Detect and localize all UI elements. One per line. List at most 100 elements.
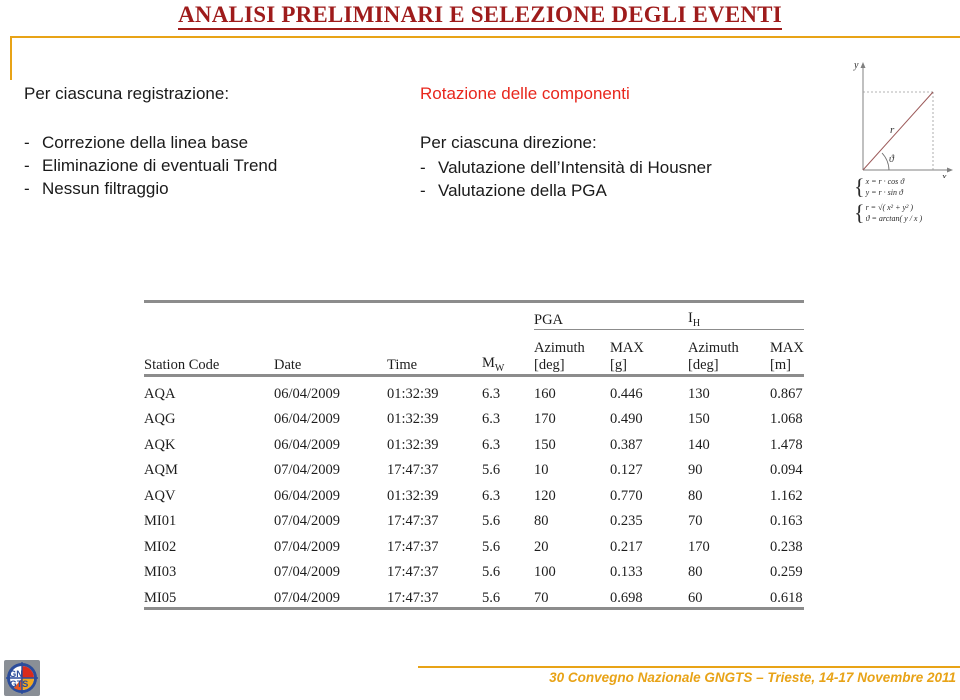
frame-left-rule [10, 36, 12, 80]
formula-group-polar: { r = √( x² + y² ) ϑ = arctan( y / x ) [854, 202, 958, 224]
table-cell: 130 [688, 385, 710, 402]
table-cell: 06/04/2009 [274, 487, 341, 504]
table-cell: 5.6 [482, 462, 501, 478]
events-table-body: AQA 06/04/2009 01:32:39 6.3 160 0.446 130 0.867… [144, 376, 804, 610]
table-cell: AQM [144, 462, 178, 478]
brace-icon: { [854, 200, 865, 225]
table-cell: 170 [534, 411, 556, 427]
group-header-spacer [387, 300, 482, 330]
list-item-label: Eliminazione di eventuali Trend [42, 156, 278, 175]
svg-text:r: r [890, 124, 895, 136]
table-cell: 0.094 [770, 462, 803, 478]
table-cell: 1.478 [770, 436, 803, 453]
list-item: - Correzione della linea base [24, 131, 404, 154]
table-cell: 0.238 [770, 538, 803, 555]
middle-column-heading: Rotazione delle componenti [420, 84, 630, 103]
table-cell: MI01 [144, 513, 177, 529]
group-header-pga: PGA [534, 300, 688, 330]
middle-column: Rotazione delle componenti Per ciascuna … [420, 82, 840, 202]
table-cell: 0.770 [610, 487, 643, 504]
gngts-logo-top-text: GN [9, 669, 23, 679]
table-cell: AQA [144, 385, 176, 402]
formula-block: { x = r · cos ϑ y = r · sin ϑ { r = √( x… [854, 176, 958, 228]
table-cell: 80 [534, 513, 549, 529]
table-header-row: Station Code Date Time MW Azimuth [deg] … [144, 330, 804, 376]
column-header-ih-azimuth: Azimuth [deg] [688, 330, 770, 376]
table-cell: 01:32:39 [387, 436, 439, 453]
column-header-station-code: Station Code [144, 357, 220, 373]
table-cell: 140 [688, 436, 710, 453]
column-header-mw-subscript: W [494, 363, 505, 374]
table-cell: 07/04/2009 [274, 564, 341, 580]
column-header-ih-max-unit: [m] [770, 357, 791, 373]
events-table: PGA IH Station Code Date Time MW Azimuth… [144, 300, 804, 610]
table-row: MI05 07/04/2009 17:47:37 5.6 70 0.698 60 0.618 [144, 581, 804, 610]
list-item: - Valutazione della PGA [420, 179, 840, 202]
table-cell: 0.259 [770, 564, 803, 580]
table-cell: 70 [534, 581, 610, 610]
list-item-label: Valutazione dell’Intensità di Housner [438, 158, 712, 177]
column-header-pga-azimuth-unit: [deg] [534, 357, 565, 373]
table-cell: 0.618 [770, 581, 804, 610]
table-cell: 0.446 [610, 385, 643, 402]
table-cell: 07/04/2009 [274, 513, 341, 529]
table-cell: 150 [688, 411, 710, 427]
table-cell: AQK [144, 436, 176, 453]
table-cell: 06/04/2009 [274, 411, 341, 427]
table-cell: 5.6 [482, 513, 501, 529]
left-column-heading: Per ciascuna registrazione: [24, 84, 230, 103]
table-cell: AQV [144, 487, 176, 504]
table-cell: 0.163 [770, 513, 803, 529]
table-group-header-row: PGA IH [144, 300, 804, 330]
bullet-dash-icon: - [24, 133, 30, 152]
table-cell: 07/04/2009 [274, 462, 341, 478]
table-cell: 17:47:37 [387, 462, 439, 478]
footer-text: 30 Convegno Nazionale GNGTS – Trieste, 1… [549, 670, 956, 685]
polar-diagram-svg: y x r ϑ [853, 60, 953, 178]
table-cell: 90 [688, 462, 703, 478]
table-cell: 70 [688, 513, 703, 529]
table-cell: 10 [534, 462, 549, 478]
page-title: ANALISI PRELIMINARI E SELEZIONE DEGLI EV… [0, 2, 960, 30]
table-cell: 5.6 [482, 564, 501, 580]
table-cell: 0.867 [770, 385, 803, 402]
table-cell: 06/04/2009 [274, 385, 341, 402]
list-item: - Eliminazione di eventuali Trend [24, 154, 404, 177]
column-header-pga-max: MAX [g] [610, 330, 688, 376]
column-header-pga-azimuth: Azimuth [deg] [534, 330, 610, 376]
bullet-dash-icon: - [420, 181, 426, 200]
group-header-spacer [274, 300, 387, 330]
table-cell: MI02 [144, 538, 177, 555]
table-row: AQG 06/04/2009 01:32:39 6.3 170 0.490 150 1.068 [144, 403, 804, 429]
bullet-dash-icon: - [24, 156, 30, 175]
table-row: MI02 07/04/2009 17:47:37 5.6 20 0.217 170 0.238 [144, 530, 804, 556]
events-table-container: PGA IH Station Code Date Time MW Azimuth… [144, 300, 804, 610]
formula-y: y = r · sin ϑ [865, 188, 903, 197]
table-cell: 0.698 [610, 581, 688, 610]
footer-rule [418, 666, 960, 668]
column-header-ih-azimuth-unit: [deg] [688, 357, 719, 373]
formula-theta: ϑ = arctan( y / x ) [865, 214, 923, 223]
gngts-logo-bottom-text: GTS [10, 679, 29, 689]
table-cell: 5.6 [482, 581, 534, 610]
table-cell: 0.127 [610, 462, 643, 478]
table-cell: 07/04/2009 [274, 538, 341, 555]
table-cell: 80 [688, 487, 703, 504]
brace-icon: { [854, 174, 865, 199]
column-header-time: Time [387, 357, 418, 373]
column-header-ih-max: MAX [m] [770, 340, 804, 373]
table-cell: 6.3 [482, 385, 501, 402]
table-cell: 5.6 [482, 538, 501, 555]
table-cell: 60 [688, 581, 770, 610]
table-cell: 06/04/2009 [274, 436, 341, 453]
table-cell: 1.068 [770, 411, 803, 427]
list-item-label: Correzione della linea base [42, 133, 249, 152]
table-cell: 20 [534, 538, 549, 555]
table-cell: 1.162 [770, 487, 803, 504]
table-row: AQK 06/04/2009 01:32:39 6.3 150 0.387 140 1.478 [144, 428, 804, 454]
formula-x: x = r · cos ϑ [865, 177, 905, 186]
table-row: MI03 07/04/2009 17:47:37 5.6 100 0.133 80 0.259 [144, 556, 804, 582]
table-cell: 07/04/2009 [274, 581, 387, 610]
table-cell: MI05 [144, 581, 274, 610]
frame-top-rule [10, 36, 960, 38]
